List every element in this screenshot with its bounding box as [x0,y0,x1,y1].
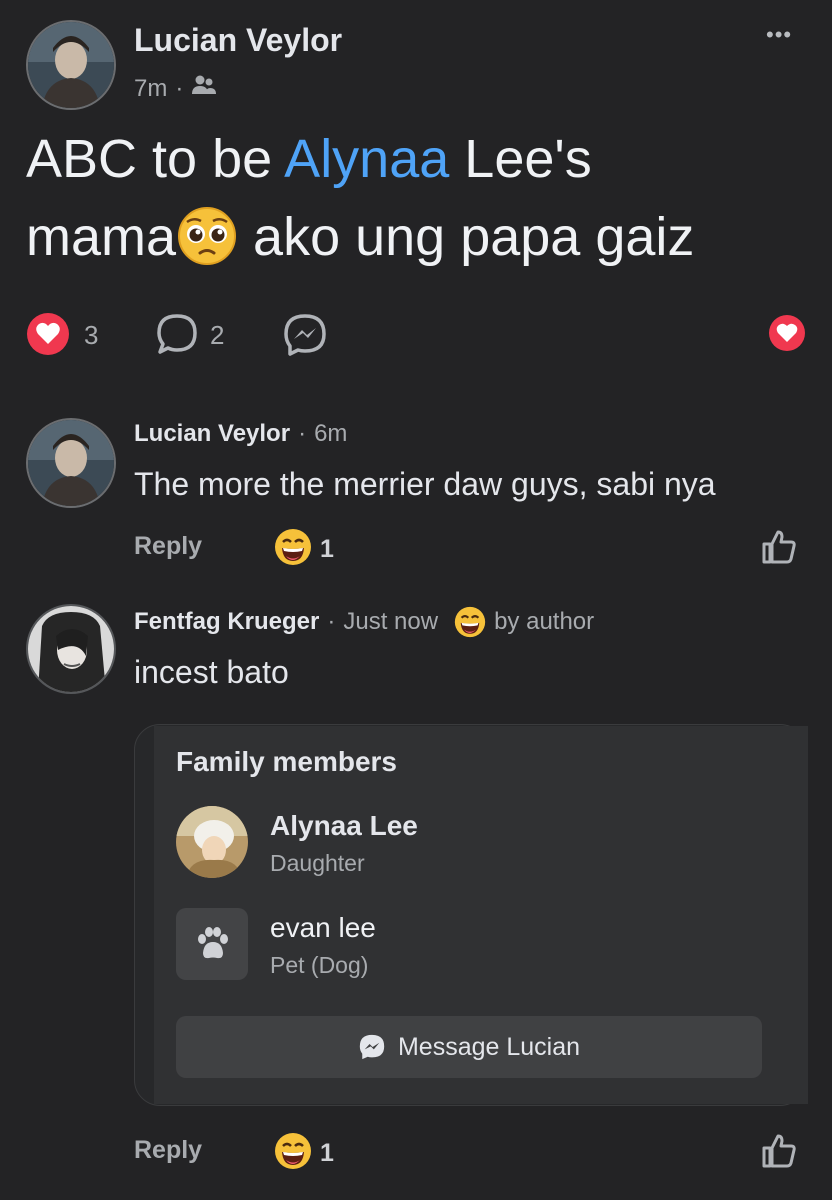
reaction-count: 1 [320,1139,334,1167]
paw-icon [198,927,228,959]
member-avatar[interactable] [176,806,248,878]
friends-icon [191,74,217,103]
mention-link[interactable]: Alynaa [284,129,449,189]
member-name[interactable]: Alynaa Lee [270,810,418,842]
comment-header: Lucian Veylor · 6m [134,420,347,448]
comment-button[interactable] [154,312,200,358]
reactions-count[interactable]: 3 [84,320,98,351]
comment-text: The more the merrier daw guys, sabi nya [134,466,716,502]
comment-time[interactable]: Just now [343,608,438,636]
post-text-part: mama [26,207,177,267]
meta-separator: · [327,608,336,635]
member-avatar[interactable] [176,908,248,980]
thumbs-up-icon [762,530,796,564]
messenger-share-button[interactable] [282,312,328,358]
laughing-emoji-icon [274,528,312,571]
messenger-icon [359,1034,385,1060]
author-reaction-badge: by author [494,608,595,635]
like-comment-button[interactable] [760,528,798,571]
comments-count[interactable]: 2 [210,320,224,351]
family-members-title: Family members [176,746,397,777]
meta-separator: · [175,74,184,102]
post-meta: 7m · [134,74,217,103]
post-text-part: ako ung papa gaiz [238,207,695,267]
comment-text: incest bato [134,654,289,690]
comment-avatar[interactable] [26,418,116,508]
comment-avatar[interactable] [26,604,116,694]
comment-icon [157,314,197,354]
member-name[interactable]: evan lee [270,912,376,944]
post-author-avatar[interactable] [26,20,116,110]
message-button-label: Message Lucian [397,1032,581,1061]
post-text: ABC to be Alynaa Lee's mama ako ung papa… [26,120,816,280]
like-comment-button[interactable] [760,1132,798,1175]
messenger-icon [284,314,326,356]
laughing-emoji-icon [274,1132,312,1175]
thumbs-up-icon [762,1134,796,1168]
post-time[interactable]: 7m [134,75,167,103]
comment-header: Fentfag Krueger · Just now by author [134,606,594,638]
meta-separator: · [298,420,307,447]
comment-author[interactable]: Lucian Veylor [134,420,290,448]
reaction-heart-button[interactable] [26,312,70,356]
heart-icon [27,313,69,355]
my-reaction-heart-icon[interactable] [768,314,806,352]
laughing-emoji-icon [454,606,486,638]
member-relation: Pet (Dog) [270,952,369,978]
reaction-count: 1 [320,535,334,563]
comment-reaction[interactable]: 1 [274,528,334,571]
reply-button[interactable]: Reply [134,532,202,561]
post-text-part: ABC to be [26,129,285,189]
message-lucian-button[interactable]: Message Lucian [176,1016,762,1078]
post-author-name[interactable]: Lucian Veylor [134,22,342,59]
more-options-button[interactable]: ••• [766,22,792,48]
post-text-part: Lee's [449,129,592,189]
reply-button[interactable]: Reply [134,1136,202,1165]
comment-time[interactable]: 6m [314,420,347,448]
member-relation: Daughter [270,850,365,876]
comment-reaction[interactable]: 1 [274,1132,334,1175]
comment-author[interactable]: Fentfag Krueger [134,608,319,636]
pleading-face-emoji [176,202,238,280]
